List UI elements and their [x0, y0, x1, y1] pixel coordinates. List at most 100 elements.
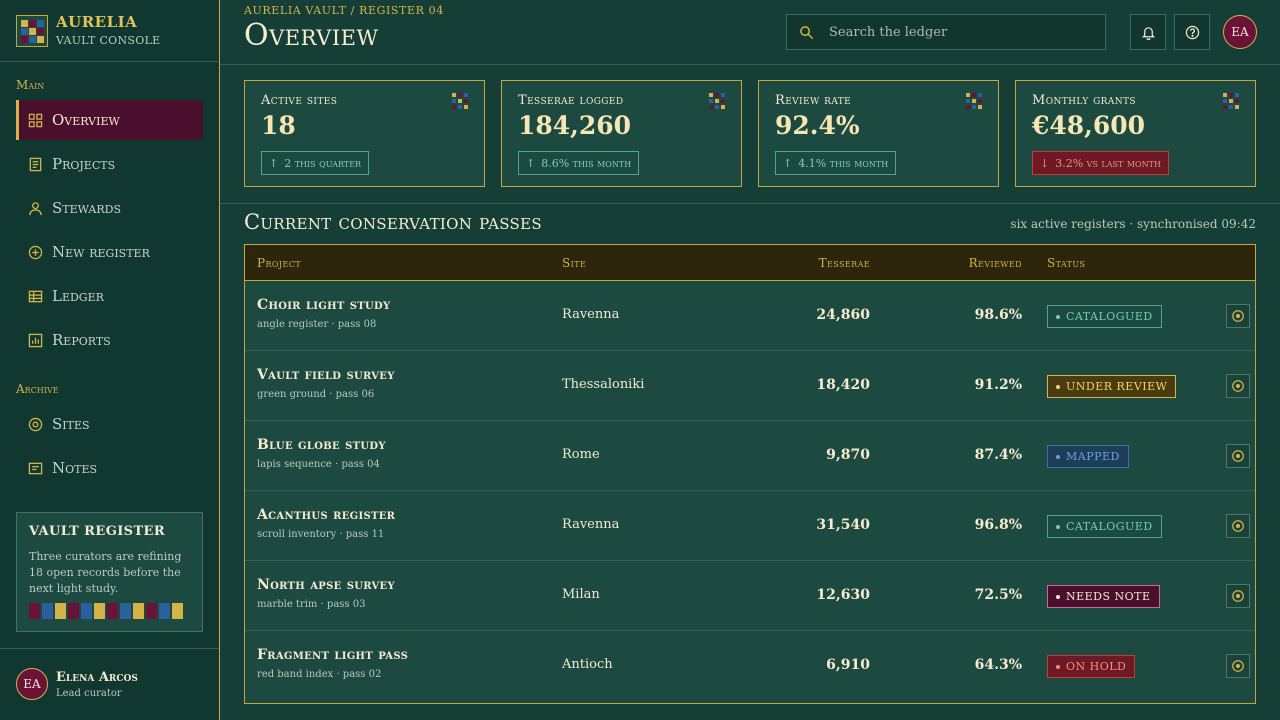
- column-header-site[interactable]: Site: [562, 256, 586, 270]
- row-action-button[interactable]: [1226, 654, 1250, 678]
- vault-card-title: VAULT REGISTER: [29, 524, 166, 539]
- reviewed-cell: 64.3%: [974, 657, 1022, 673]
- stat-delta-badge: ↑ 4.1% this month: [775, 151, 897, 175]
- mosaic-strip-icon: [29, 603, 183, 619]
- stat-value: 184,260: [518, 111, 632, 140]
- status-badge: ON HOLD: [1047, 655, 1136, 678]
- row-action-button[interactable]: [1226, 374, 1250, 398]
- table-meta: six active registers · synchronised 09:4…: [1010, 217, 1256, 231]
- notifications-button[interactable]: [1130, 14, 1166, 50]
- search-bar[interactable]: [786, 14, 1106, 50]
- sidebar-item-label: Reports: [52, 331, 111, 349]
- arrow-down-icon: ↓: [1040, 156, 1050, 170]
- sidebar-item-reports[interactable]: Reports: [16, 320, 203, 360]
- tesserae-cell: 9,870: [826, 447, 870, 463]
- chart-icon: [28, 333, 43, 348]
- sidebar-item-notes[interactable]: Notes: [16, 448, 203, 488]
- stat-value: €48,600: [1032, 111, 1146, 140]
- row-action-button[interactable]: [1226, 444, 1250, 468]
- row-action-button[interactable]: [1226, 584, 1250, 608]
- user-icon: [28, 201, 43, 216]
- project-name[interactable]: Acanthus register: [257, 507, 395, 523]
- mosaic-logo-icon: [16, 14, 48, 47]
- brand[interactable]: AURELIA VAULT CONSOLE: [16, 14, 161, 47]
- table-row[interactable]: Acanthus register scroll inventory · pas…: [245, 491, 1255, 561]
- help-button[interactable]: [1174, 14, 1210, 50]
- sidebar-item-ledger[interactable]: Ledger: [16, 276, 203, 316]
- column-header-project[interactable]: Project: [257, 256, 301, 270]
- project-name[interactable]: Blue globe study: [257, 437, 386, 453]
- nav-section-archive: Archive: [16, 382, 59, 396]
- site-cell: Ravenna: [562, 307, 620, 322]
- row-action-button[interactable]: [1226, 304, 1250, 328]
- project-name[interactable]: Vault field survey: [257, 367, 395, 383]
- tesserae-cell: 18,420: [816, 377, 870, 393]
- tesserae-cell: 24,860: [816, 307, 870, 323]
- site-cell: Milan: [562, 587, 600, 602]
- row-action-button[interactable]: [1226, 514, 1250, 538]
- document-icon: [28, 157, 43, 172]
- project-name[interactable]: North apse survey: [257, 577, 395, 593]
- sidebar-item-label: Overview: [52, 111, 120, 129]
- project-subtitle: green ground · pass 06: [257, 389, 375, 400]
- table-row[interactable]: Choir light study angle register · pass …: [245, 281, 1255, 351]
- table-row[interactable]: North apse survey marble trim · pass 03 …: [245, 561, 1255, 631]
- stat-card-monthly-grants: Monthly grants €48,600 ↓ 3.2% vs last mo…: [1015, 80, 1256, 187]
- target-icon: [1232, 520, 1244, 532]
- table-row[interactable]: Blue globe study lapis sequence · pass 0…: [245, 421, 1255, 491]
- stat-delta-badge: ↑ 8.6% this month: [518, 151, 640, 175]
- column-header-tesserae[interactable]: Tesserae: [770, 256, 870, 270]
- status-badge: UNDER REVIEW: [1047, 375, 1177, 398]
- status-dot: [1056, 314, 1060, 319]
- user-profile[interactable]: EA Elena Arcos Lead curator: [16, 668, 138, 700]
- project-subtitle: lapis sequence · pass 04: [257, 459, 380, 470]
- project-name[interactable]: Choir light study: [257, 297, 390, 313]
- project-subtitle: red band index · pass 02: [257, 669, 382, 680]
- search-input[interactable]: [829, 24, 1089, 40]
- status-badge: MAPPED: [1047, 445, 1129, 468]
- project-cell: Blue globe study lapis sequence · pass 0…: [257, 437, 386, 470]
- status-label: ON HOLD: [1066, 660, 1127, 673]
- status-dot: [1056, 664, 1060, 669]
- table-row[interactable]: Vault field survey green ground · pass 0…: [245, 351, 1255, 421]
- target-icon: [1232, 380, 1244, 392]
- stat-delta-badge: ↑ 2 this quarter: [261, 151, 370, 175]
- sidebar: AURELIA VAULT CONSOLE Main Overview Proj…: [0, 0, 220, 720]
- sidebar-item-label: Projects: [52, 155, 116, 173]
- sidebar-item-new-register[interactable]: New register: [16, 232, 203, 272]
- stat-label: Monthly grants: [1032, 93, 1136, 108]
- mosaic-icon: [966, 93, 982, 109]
- sidebar-item-projects[interactable]: Projects: [16, 144, 203, 184]
- conservation-table: Project Site Tesserae Reviewed Status Ch…: [244, 244, 1256, 704]
- user-name: Elena Arcos: [56, 669, 138, 685]
- project-name[interactable]: Fragment light pass: [257, 647, 408, 663]
- project-subtitle: scroll inventory · pass 11: [257, 529, 385, 540]
- table-title: Current conservation passes: [244, 210, 542, 234]
- status-dot: [1056, 454, 1060, 459]
- table-row[interactable]: Fragment light pass red band index · pas…: [245, 631, 1255, 701]
- status-badge: NEEDS NOTE: [1047, 585, 1160, 608]
- tesserae-cell: 12,630: [816, 587, 870, 603]
- page-title: Overview: [244, 18, 379, 53]
- sidebar-item-label: Notes: [52, 459, 98, 477]
- vault-card-text: Three curators are refining 18 open reco…: [29, 550, 182, 595]
- brand-divider: [0, 61, 219, 62]
- status-dot: [1056, 384, 1060, 389]
- sidebar-item-overview[interactable]: Overview: [16, 100, 203, 140]
- sidebar-item-label: Sites: [52, 415, 90, 433]
- header-avatar[interactable]: EA: [1223, 15, 1257, 49]
- column-header-reviewed[interactable]: Reviewed: [922, 256, 1022, 270]
- reviewed-cell: 91.2%: [974, 377, 1022, 393]
- column-header-status[interactable]: Status: [1047, 256, 1085, 270]
- project-cell: Choir light study angle register · pass …: [257, 297, 390, 330]
- sidebar-item-sites[interactable]: Sites: [16, 404, 203, 444]
- header-divider: [220, 64, 1280, 65]
- grid-icon: [28, 113, 43, 128]
- status-label: CATALOGUED: [1066, 310, 1153, 323]
- status-badge: CATALOGUED: [1047, 305, 1162, 328]
- sidebar-item-stewards[interactable]: Stewards: [16, 188, 203, 228]
- site-cell: Ravenna: [562, 517, 620, 532]
- site-cell: Thessaloniki: [562, 377, 645, 392]
- tesserae-cell: 31,540: [816, 517, 870, 533]
- table-header: Project Site Tesserae Reviewed Status: [245, 245, 1255, 281]
